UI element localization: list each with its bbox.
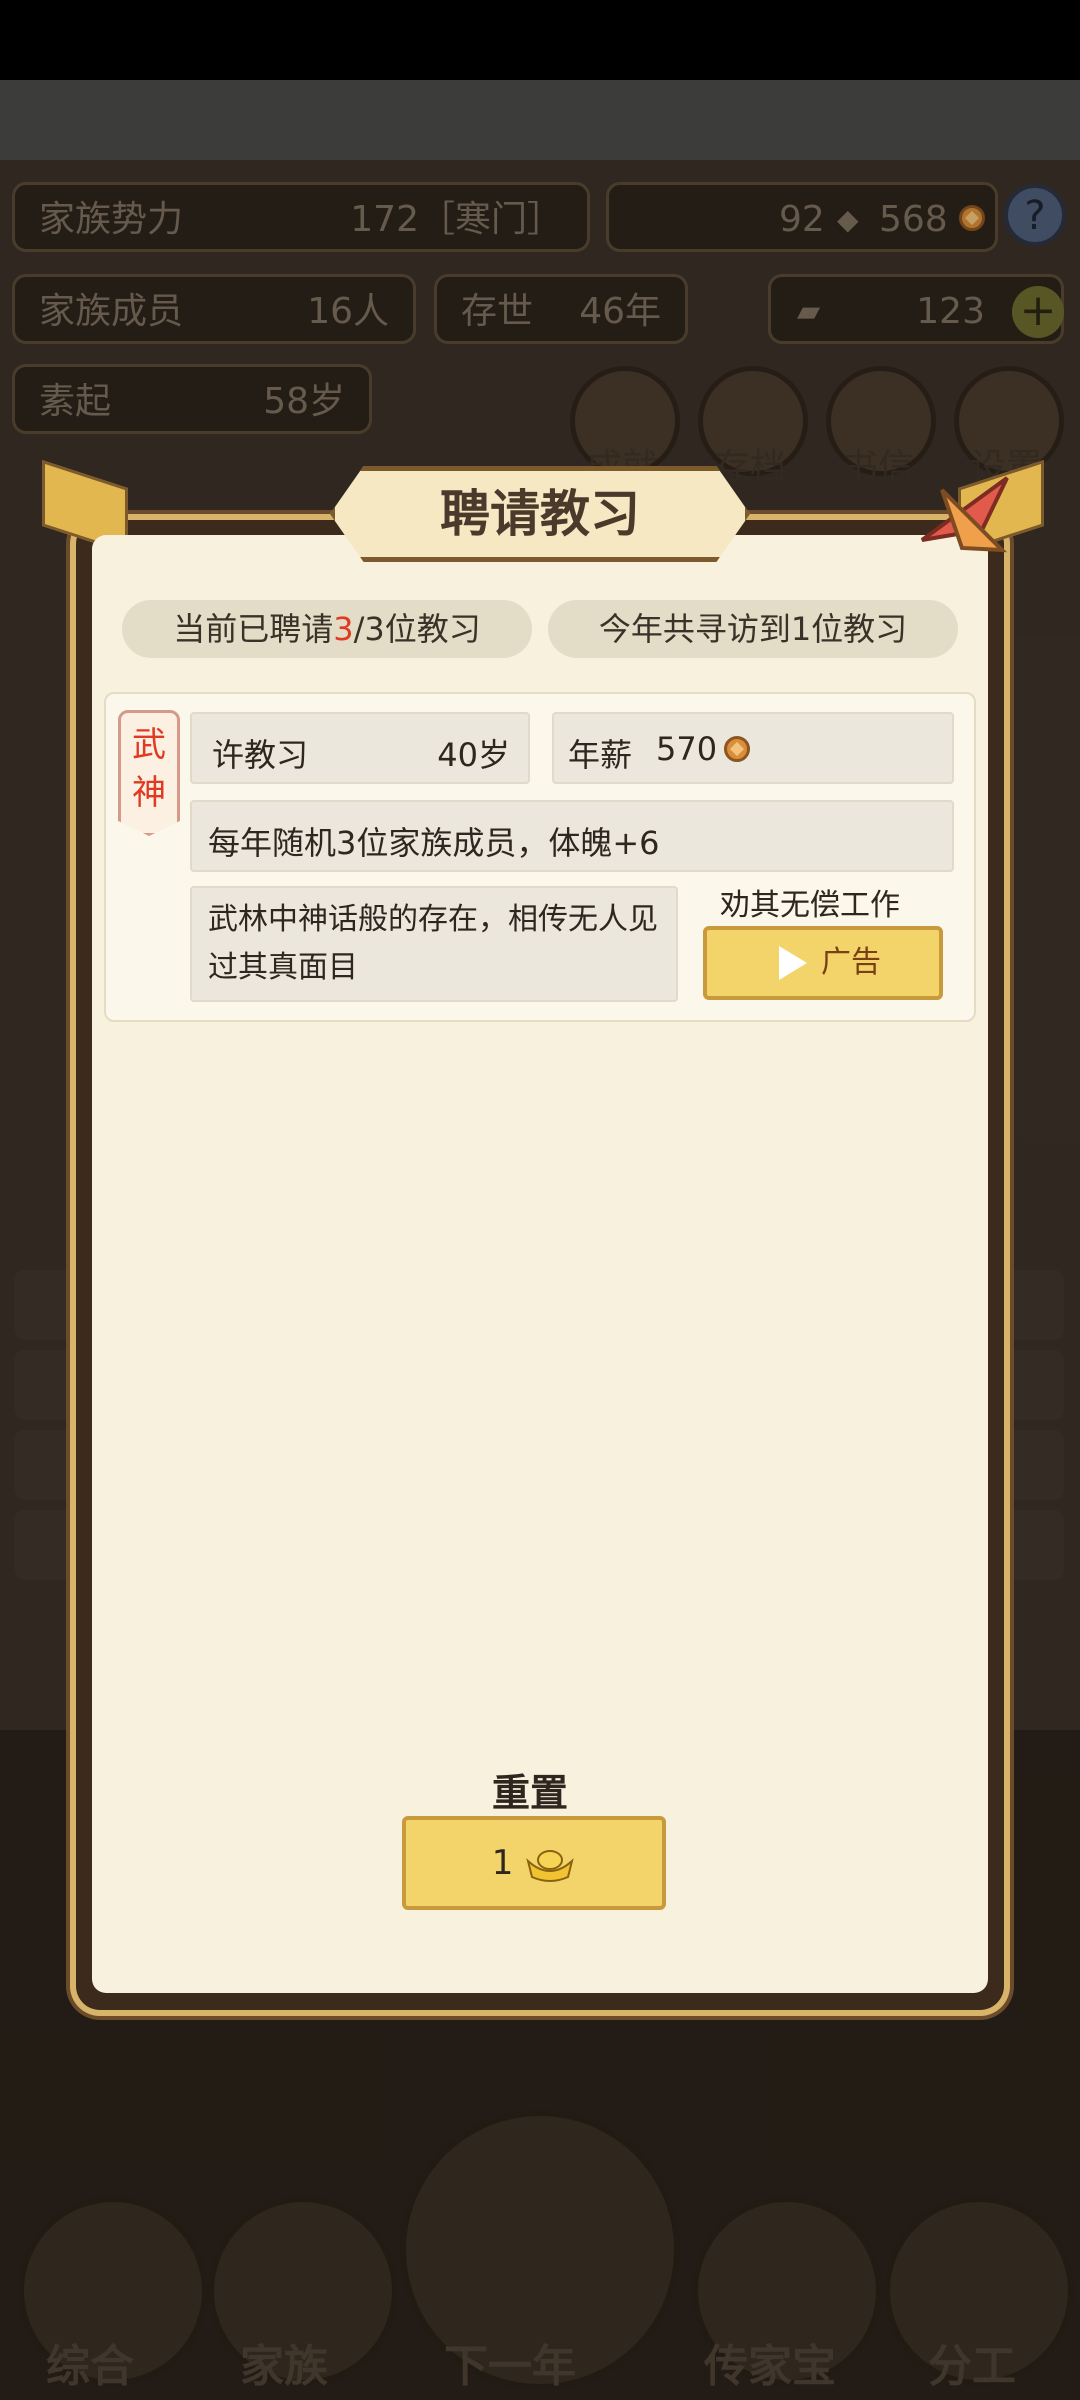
hired-count-pill: 当前已聘请3/3位教习 bbox=[122, 600, 532, 658]
visited-pill: 今年共寻访到1位教习 bbox=[548, 600, 958, 658]
watch-ad-button[interactable]: 广告 bbox=[703, 926, 943, 1000]
reset-label: 重置 bbox=[491, 1771, 568, 1815]
tutor-description: 武林中神话般的存在，相传无人见过其真面目 bbox=[208, 902, 658, 985]
tutor-age: 40岁 bbox=[437, 736, 510, 774]
salary-value: 570 bbox=[656, 730, 718, 768]
hired-count: 3 bbox=[333, 610, 354, 648]
hired-suffix: /3位教习 bbox=[353, 610, 481, 648]
tutor-tag: 武神 bbox=[118, 710, 180, 836]
close-button[interactable] bbox=[912, 470, 1022, 560]
dialog-title: 聘请教习 bbox=[330, 466, 750, 562]
status-bar bbox=[0, 0, 1080, 80]
tutor-salary-field: 年薪 570 bbox=[552, 712, 954, 784]
tutor-name: 许教习 bbox=[212, 736, 309, 774]
gold-ingot-icon bbox=[526, 1849, 574, 1882]
play-icon bbox=[779, 946, 807, 980]
tutor-description-field: 武林中神话般的存在，相传无人见过其真面目 bbox=[190, 886, 678, 1002]
tutor-name-field: 许教习 40岁 bbox=[190, 712, 530, 784]
reset-button[interactable]: 1 bbox=[402, 1816, 666, 1910]
reset-cost: 1 bbox=[491, 1843, 514, 1883]
tutor-effect-field: 每年随机3位家族成员，体魄+6 bbox=[190, 800, 954, 872]
salary-label: 年薪 bbox=[568, 736, 633, 774]
hired-prefix: 当前已聘请 bbox=[173, 610, 334, 648]
persuade-label: 劝其无偿工作 bbox=[720, 888, 900, 923]
close-icon bbox=[920, 476, 1009, 553]
tutor-effect: 每年随机3位家族成员，体魄+6 bbox=[208, 824, 660, 862]
coin-icon bbox=[724, 736, 750, 762]
ad-label: 广告 bbox=[821, 945, 881, 980]
